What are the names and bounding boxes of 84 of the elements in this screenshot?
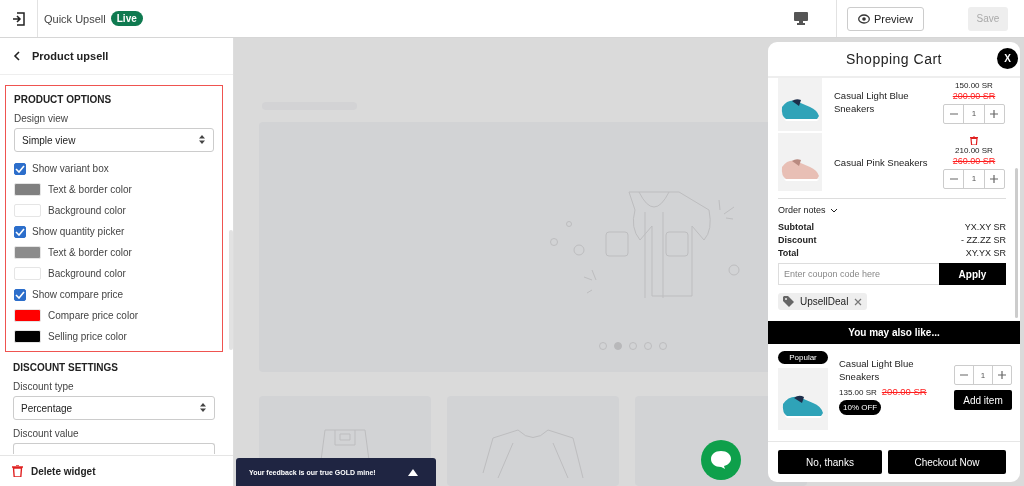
color-label: Text & border color bbox=[48, 247, 132, 258]
upsell-heading: You may also like... bbox=[768, 321, 1020, 344]
field-label: Discount value bbox=[13, 428, 80, 439]
plus-icon[interactable] bbox=[998, 371, 1006, 379]
quantity-value: 1 bbox=[963, 104, 985, 123]
color-swatch[interactable] bbox=[14, 204, 41, 217]
compare-price: 260.00 SR bbox=[952, 155, 996, 166]
compare-price: 200.00 SR bbox=[881, 386, 927, 397]
color-label: Background color bbox=[48, 268, 126, 279]
color-swatch[interactable] bbox=[14, 309, 41, 322]
color-swatch[interactable] bbox=[14, 330, 41, 343]
exit-icon[interactable] bbox=[11, 11, 26, 26]
compare-price: 200.00 SR bbox=[952, 90, 996, 101]
total-label: Subtotal bbox=[778, 221, 814, 234]
trash-icon[interactable] bbox=[970, 135, 978, 145]
field-label: Design view bbox=[14, 113, 69, 124]
close-button[interactable]: X bbox=[997, 48, 1018, 69]
scrollbar[interactable] bbox=[1015, 168, 1018, 318]
section-title: DISCOUNT SETTINGS bbox=[13, 362, 119, 373]
desktop-icon[interactable] bbox=[793, 12, 808, 25]
quantity-value: 1 bbox=[963, 169, 985, 188]
quantity-stepper[interactable]: 1 bbox=[943, 103, 1005, 124]
checkbox[interactable] bbox=[14, 288, 26, 301]
price: 135.00 SR bbox=[839, 388, 877, 397]
apply-button[interactable]: Apply bbox=[939, 263, 1006, 285]
total-value: XY.YX SR bbox=[965, 247, 1006, 260]
carousel-dot[interactable] bbox=[614, 342, 622, 350]
quantity-stepper[interactable]: 1 bbox=[943, 168, 1005, 189]
color-label: Compare price color bbox=[48, 310, 139, 321]
preview-button[interactable]: Preview bbox=[846, 6, 924, 31]
expand-icon[interactable] bbox=[408, 468, 418, 476]
back-icon[interactable] bbox=[13, 51, 20, 61]
price: 210.00 SR bbox=[955, 145, 993, 155]
status-badge: Live bbox=[110, 11, 143, 26]
price: 150.00 SR bbox=[955, 80, 993, 90]
discount-type-select[interactable]: Percentage bbox=[13, 396, 215, 420]
sort-icon bbox=[200, 403, 206, 412]
design-view-select[interactable]: Simple view bbox=[14, 128, 214, 152]
quantity-stepper[interactable]: 1 bbox=[954, 365, 1012, 385]
panel-title: Product upsell bbox=[32, 50, 109, 62]
trash-icon bbox=[12, 465, 23, 477]
color-label: Background color bbox=[48, 205, 126, 216]
checkbox-label: Show variant box bbox=[32, 163, 109, 174]
plus-icon[interactable] bbox=[990, 174, 999, 183]
total-label: Discount bbox=[778, 234, 817, 247]
section-title: PRODUCT OPTIONS bbox=[14, 94, 113, 105]
cart-title: Shopping Cart bbox=[846, 51, 942, 67]
total-value: - ZZ.ZZ SR bbox=[961, 234, 1006, 247]
order-notes-toggle[interactable]: Order notes bbox=[778, 205, 1006, 215]
chat-icon[interactable] bbox=[701, 440, 741, 480]
close-icon[interactable] bbox=[854, 297, 863, 306]
add-item-button[interactable]: Add item bbox=[954, 390, 1012, 410]
color-swatch[interactable] bbox=[14, 267, 41, 280]
plus-icon[interactable] bbox=[990, 109, 999, 118]
field-label: Discount type bbox=[13, 381, 75, 392]
coupon-field[interactable]: Enter coupon code here bbox=[778, 263, 939, 285]
chevron-down-icon bbox=[829, 207, 838, 213]
scrollbar[interactable] bbox=[229, 230, 233, 350]
popular-badge: Popular bbox=[778, 351, 828, 364]
color-label: Text & border color bbox=[48, 184, 132, 195]
decline-button[interactable]: No, thanks bbox=[778, 450, 882, 474]
discount-badge: 10% OFF bbox=[839, 400, 882, 415]
minus-icon[interactable] bbox=[960, 371, 968, 379]
total-label: Total bbox=[778, 247, 799, 260]
eye-icon bbox=[857, 13, 870, 24]
color-swatch[interactable] bbox=[14, 183, 41, 196]
product-name: Casual Light Blue Sneakers bbox=[833, 89, 910, 115]
checkbox[interactable] bbox=[14, 162, 26, 175]
checkbox-label: Show quantity picker bbox=[32, 226, 125, 237]
discount-value-field[interactable] bbox=[13, 443, 215, 454]
checkbox-label: Show compare price bbox=[32, 289, 124, 300]
checkbox[interactable] bbox=[14, 225, 26, 238]
coupon-code: UpsellDeal bbox=[800, 296, 849, 307]
product-name: Casual Pink Sneakers bbox=[833, 155, 929, 169]
app-name: Quick Upsell bbox=[44, 12, 106, 25]
tag-icon bbox=[783, 296, 794, 307]
color-label: Selling price color bbox=[48, 331, 127, 342]
delete-widget-button[interactable]: Delete widget bbox=[12, 465, 96, 477]
quantity-value: 1 bbox=[973, 366, 993, 384]
total-value: YX.XY SR bbox=[964, 221, 1006, 234]
color-swatch[interactable] bbox=[14, 246, 41, 259]
checkout-button[interactable]: Checkout Now bbox=[888, 450, 1006, 474]
sort-icon bbox=[199, 135, 205, 144]
product-name: Casual Light Blue Sneakers bbox=[839, 357, 915, 383]
